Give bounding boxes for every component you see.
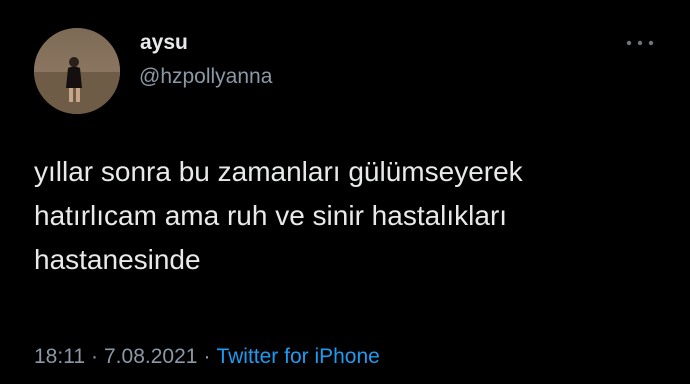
separator-dot: · [203, 345, 211, 368]
source-link[interactable]: Twitter for iPhone [216, 345, 379, 368]
tweet-text-line: hastanesinde [34, 244, 201, 275]
tweet-text-line: yıllar sonra bu zamanları gülümseyerek [34, 156, 523, 187]
display-name[interactable]: aysu [140, 31, 188, 55]
separator-dot: · [91, 345, 98, 368]
avatar-photo [34, 28, 120, 114]
avatar[interactable] [34, 28, 120, 114]
tweet-metadata: 18:11 · 7.08.2021 · Twitter for iPhone [34, 345, 380, 369]
tweet-date[interactable]: 7.08.2021 [104, 345, 197, 368]
username-handle[interactable]: @hzpollyanna [139, 65, 272, 89]
tweet-time[interactable]: 18:11 [34, 345, 85, 368]
more-options-icon[interactable] [625, 38, 655, 48]
tweet-text-line: hatırlıcam ama ruh ve sinir hastalıkları [34, 200, 508, 231]
tweet-text: yıllar sonra bu zamanları gülümseyerek h… [34, 150, 674, 282]
tweet-card: aysu @hzpollyanna yıllar sonra bu zamanl… [0, 0, 690, 384]
